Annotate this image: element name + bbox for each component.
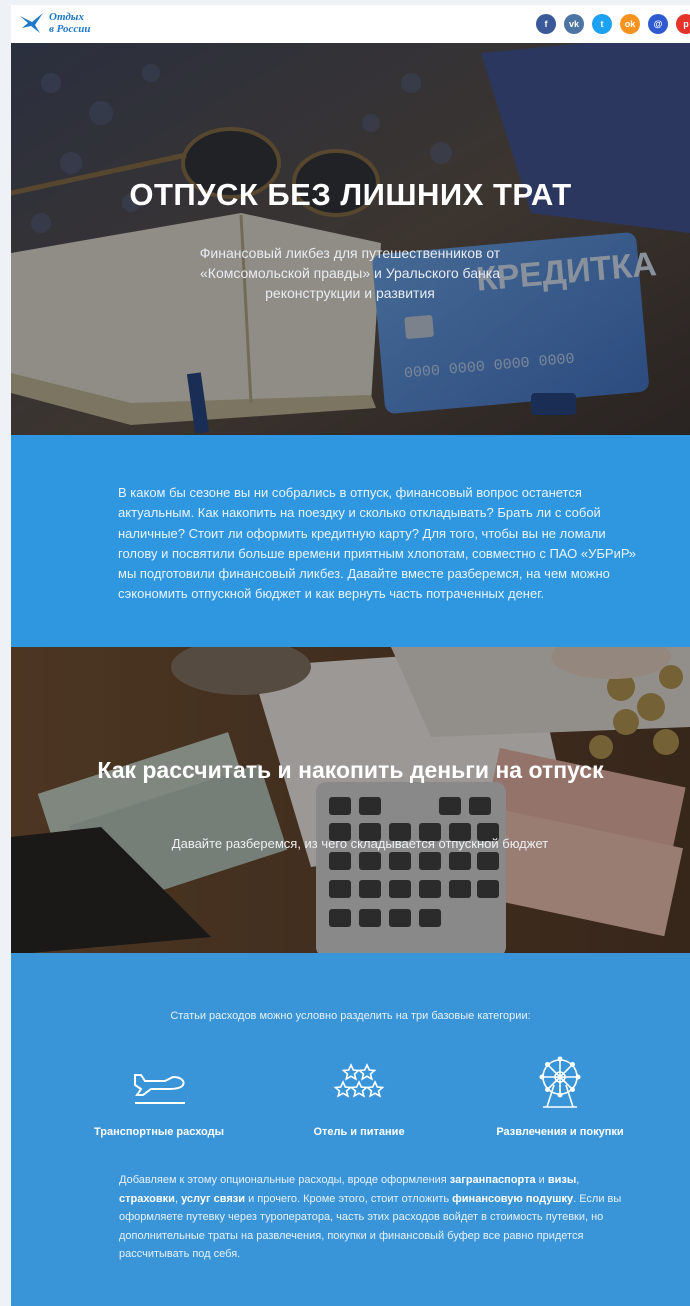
intro-text: В каком бы сезоне вы ни собрались в отпу… xyxy=(118,485,637,602)
page-title: ОТПУСК БЕЗ ЛИШНИХ ТРАТ xyxy=(129,177,572,212)
mailru-glyph: @ xyxy=(653,19,663,29)
facebook-icon[interactable]: f xyxy=(536,14,556,34)
highlight-passport: загранпаспорта xyxy=(449,1174,536,1186)
stars-icon xyxy=(259,1056,459,1108)
twitter-icon[interactable]: t xyxy=(592,14,612,34)
site-logo[interactable]: Отдых в России xyxy=(19,11,91,35)
category-entertainment: Развлечения и покупки xyxy=(460,1056,660,1138)
highlight-safety-cushion: финансовую подушку xyxy=(452,1192,574,1205)
text-part: и xyxy=(535,1174,548,1186)
logo-line-2: в России xyxy=(49,23,91,35)
intro-section: В каком бы сезоне вы ни собрались в отпу… xyxy=(11,435,690,647)
hero-banner: КРЕДИТКА 0000 0000 0000 0000 ОТПУСК БЕЗ … xyxy=(11,43,690,435)
text-part: Добавляем к этому опциональные расходы, … xyxy=(119,1174,450,1186)
section-subtitle: Давайте разберемся, из чего складывается… xyxy=(171,836,549,851)
bird-logo-icon xyxy=(20,13,43,33)
logo-line-1: Отдых xyxy=(49,11,84,23)
vk-icon[interactable]: vk xyxy=(564,14,584,34)
pocket-icon[interactable]: p xyxy=(676,14,690,34)
text-part: и прочего. Кроме этого, стоит отложить xyxy=(245,1192,453,1205)
page-subtitle: Финансовый ликбез для путешественников о… xyxy=(199,245,501,301)
highlight-visa: визы xyxy=(547,1174,577,1186)
categories-lead: Статьи расходов можно условно разделить … xyxy=(170,1010,531,1022)
logo-text: Отдых в России xyxy=(49,11,91,35)
highlight-insurance: страховки xyxy=(119,1192,175,1205)
category-label: Отель и питание xyxy=(313,1126,405,1138)
vk-glyph: vk xyxy=(568,19,579,29)
categories-description: Добавляем к этому опциональные расходы, … xyxy=(119,1171,639,1264)
odnoklassniki-icon[interactable]: ok xyxy=(620,14,640,34)
category-hotel: Отель и питание xyxy=(259,1056,459,1138)
text-part: , xyxy=(576,1174,580,1186)
highlight-communication: услуг связи xyxy=(181,1192,246,1205)
category-label: Развлечения и покупки xyxy=(496,1126,624,1138)
airplane-icon xyxy=(59,1056,259,1108)
facebook-glyph: f xyxy=(544,19,548,29)
ferris-wheel-icon xyxy=(460,1056,660,1108)
budget-banner: Как рассчитать и накопить деньги на отпу… xyxy=(11,647,690,953)
expense-categories: Статьи расходов можно условно разделить … xyxy=(11,953,690,1306)
page: Отдых в России f vk t ok @ p КРЕДИТКА 00… xyxy=(11,5,690,1306)
hero-overlay xyxy=(11,43,690,435)
social-share-bar: f vk t ok @ p xyxy=(536,14,690,34)
mailru-icon[interactable]: @ xyxy=(648,14,668,34)
twitter-glyph: t xyxy=(600,19,604,29)
money-overlay xyxy=(11,647,690,953)
pocket-glyph: p xyxy=(683,19,689,29)
section-title: Как рассчитать и накопить деньги на отпу… xyxy=(97,757,604,783)
category-transport: Транспортные расходы xyxy=(59,1056,259,1138)
site-header: Отдых в России f vk t ok @ p xyxy=(11,5,690,43)
odnoklassniki-glyph: ok xyxy=(624,19,636,29)
category-label: Транспортные расходы xyxy=(93,1126,225,1138)
